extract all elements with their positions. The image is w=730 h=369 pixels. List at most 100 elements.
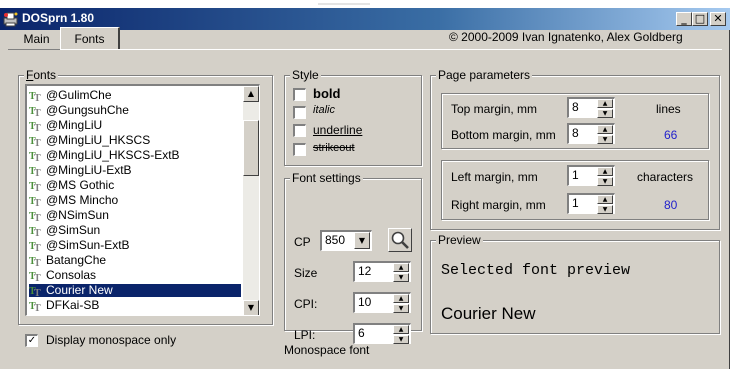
strikeout-checkbox[interactable]	[293, 143, 306, 156]
size-spinner[interactable]: ▲ ▼	[393, 263, 409, 282]
italic-label: italic	[313, 104, 336, 116]
left-margin-spinner[interactable]: ▲ ▼	[597, 167, 613, 186]
truetype-icon: TT	[29, 151, 41, 161]
size-label: Size	[294, 266, 318, 280]
font-list-item-label: @MingLiU	[46, 118, 103, 132]
font-list-item-label: @MS Gothic	[46, 178, 115, 192]
svg-text:T: T	[34, 168, 41, 176]
font-list-item[interactable]: T T @MingLiU_HKSCS	[29, 134, 241, 147]
scroll-thumb[interactable]	[243, 120, 259, 176]
font-list-item[interactable]: T T @GungsuhChe	[29, 104, 241, 117]
truetype-icon: TT	[29, 301, 41, 311]
magnifier-icon	[391, 231, 409, 249]
svg-text:T: T	[34, 123, 41, 131]
svg-text:T: T	[34, 213, 41, 221]
maximize-button[interactable]: □	[692, 12, 708, 26]
font-settings-label: Font settings	[290, 171, 363, 185]
listbox-scrollbar[interactable]: ▲ ▼	[243, 86, 259, 315]
font-list-item[interactable]: T T @NSimSun	[29, 209, 241, 222]
font-list-item-label: @SimSun-ExtB	[46, 238, 130, 252]
truetype-icon: TT	[29, 91, 41, 101]
font-list-item[interactable]: T T @MingLiU-ExtB	[29, 164, 241, 177]
preview-label: Preview	[436, 233, 483, 247]
top-margin-label: Top margin, mm	[451, 102, 538, 116]
truetype-icon: TT	[29, 226, 41, 236]
close-button[interactable]: ✕	[710, 12, 726, 26]
style-group-label: Style	[290, 68, 321, 82]
cp-dropdown-button[interactable]: ▼	[354, 232, 370, 249]
font-list-item[interactable]: T T @GulimChe	[29, 89, 241, 102]
cpi-spinner[interactable]: ▲ ▼	[393, 294, 409, 313]
right-margin-spinner[interactable]: ▲ ▼	[597, 195, 613, 214]
tab-fonts[interactable]: Fonts	[60, 27, 120, 49]
right-margin-label: Right margin, mm	[451, 198, 546, 212]
truetype-icon: TT	[29, 181, 41, 191]
characters-value: 80	[664, 198, 678, 212]
svg-text:T: T	[34, 258, 41, 266]
monospace-only-label: Display monospace only	[46, 333, 177, 347]
characters-label: characters	[637, 170, 694, 184]
bold-checkbox[interactable]	[293, 88, 306, 101]
font-list-item-label: Courier New	[46, 283, 113, 297]
left-margin-label: Left margin, mm	[451, 170, 538, 184]
cp-label: CP	[294, 235, 311, 249]
svg-text:T: T	[34, 303, 41, 311]
strip-mark	[340, 3, 370, 5]
bottom-margin-spinner[interactable]: ▲ ▼	[597, 125, 613, 144]
truetype-icon: TT	[29, 166, 41, 176]
font-list-item[interactable]: T T @SimSun	[29, 224, 241, 237]
monospace-only-checkbox[interactable]: ✓	[25, 334, 38, 347]
tab-main[interactable]: Main	[14, 29, 59, 49]
app-printer-icon	[3, 12, 18, 27]
monospace-status: Monospace font	[284, 343, 370, 357]
font-list-item-label: @MingLiU_HKSCS-ExtB	[46, 148, 180, 162]
font-list-item[interactable]: T T @MS Gothic	[29, 179, 241, 192]
page-parameters-label: Page parameters	[436, 68, 533, 82]
bold-label: bold	[313, 86, 341, 101]
truetype-icon: TT	[29, 286, 41, 296]
minimize-button[interactable]: _	[676, 12, 692, 26]
underline-checkbox[interactable]	[293, 124, 306, 137]
font-list-item[interactable]: T T Courier New	[29, 284, 241, 297]
top-margin-spinner[interactable]: ▲ ▼	[597, 99, 613, 118]
underline-label: underline	[313, 123, 363, 137]
svg-text:T: T	[34, 108, 41, 116]
font-list-item[interactable]: T T @SimSun-ExtB	[29, 239, 241, 252]
svg-text:T: T	[34, 273, 41, 281]
lpi-label: LPI:	[294, 328, 316, 342]
tab-divider-shadow	[8, 49, 60, 50]
cpi-label: CPI:	[294, 297, 318, 311]
font-list-item-label: @GungsuhChe	[46, 103, 129, 117]
svg-text:T: T	[34, 288, 41, 296]
font-list-item[interactable]: T T @MingLiU_HKSCS-ExtB	[29, 149, 241, 162]
font-list-item[interactable]: T T Consolas	[29, 269, 241, 282]
svg-text:T: T	[34, 153, 41, 161]
lpi-spinner[interactable]: ▲ ▼	[393, 325, 409, 344]
fonts-group-label: Fonts	[24, 68, 59, 82]
truetype-icon: TT	[29, 241, 41, 251]
preview-font-name: Courier New	[441, 304, 536, 323]
svg-text:T: T	[34, 138, 41, 146]
font-list-item[interactable]: T T @MS Mincho	[29, 194, 241, 207]
font-list-item[interactable]: T T DFKai-SB	[29, 299, 241, 312]
font-list-item-label: @MingLiU_HKSCS	[46, 133, 151, 147]
font-list-item-label: @NSimSun	[46, 208, 109, 222]
scroll-up-button[interactable]: ▲	[243, 86, 259, 102]
truetype-icon: TT	[29, 196, 41, 206]
tab-divider	[8, 49, 722, 50]
font-listbox[interactable]: T T DFKai-SB T T Courier New T T Consolas T T Batan…	[25, 84, 260, 316]
font-list-item[interactable]: T T @MingLiU	[29, 119, 241, 132]
font-list-item[interactable]: T T BatangChe	[29, 254, 241, 267]
font-list-item-label: Consolas	[46, 268, 97, 282]
font-list-item-label: @SimSun	[46, 223, 101, 237]
search-font-button[interactable]	[388, 228, 412, 252]
italic-checkbox[interactable]	[293, 106, 306, 119]
svg-text:T: T	[34, 93, 41, 101]
top-strip	[0, 0, 730, 8]
svg-text:T: T	[34, 228, 41, 236]
bottom-margin-label: Bottom margin, mm	[451, 128, 556, 142]
lines-label: lines	[656, 102, 681, 116]
scroll-down-button[interactable]: ▼	[243, 300, 259, 315]
lines-value: 66	[664, 128, 678, 142]
font-list-item-label: BatangChe	[46, 253, 107, 267]
